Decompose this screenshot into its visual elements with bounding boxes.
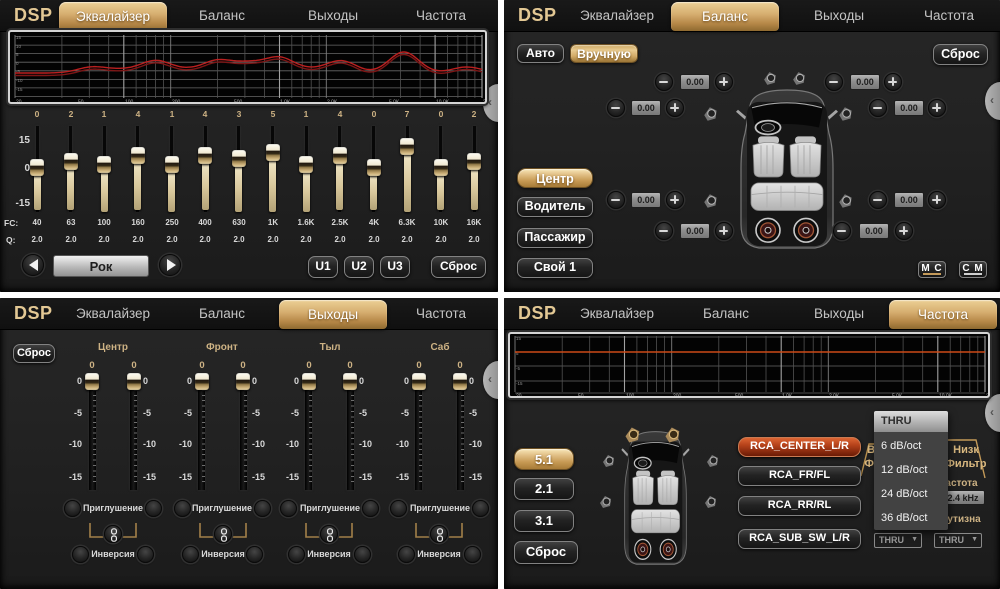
svg-text:15: 15 — [16, 35, 22, 40]
svg-text:1.0K: 1.0K — [782, 394, 793, 397]
svg-text:500: 500 — [234, 100, 243, 103]
svg-text:100: 100 — [626, 394, 635, 397]
svg-text:-15: -15 — [516, 381, 523, 386]
svg-text:-10: -10 — [16, 78, 23, 83]
svg-text:-15: -15 — [16, 87, 23, 92]
svg-text:20: 20 — [16, 100, 22, 103]
svg-text:20K: 20K — [986, 394, 988, 397]
svg-text:5.0K: 5.0K — [892, 394, 903, 397]
svg-text:20K: 20K — [483, 100, 485, 103]
svg-text:10.0K: 10.0K — [436, 100, 450, 103]
svg-text:50: 50 — [78, 100, 84, 103]
svg-text:10.0K: 10.0K — [939, 394, 953, 397]
svg-text:5: 5 — [16, 52, 19, 57]
svg-text:100: 100 — [125, 100, 134, 103]
svg-text:1.0K: 1.0K — [280, 100, 291, 103]
svg-text:-5: -5 — [516, 366, 520, 371]
svg-text:15: 15 — [516, 336, 522, 341]
svg-text:20: 20 — [516, 394, 522, 397]
svg-text:2.0K: 2.0K — [829, 394, 840, 397]
svg-text:200: 200 — [673, 394, 682, 397]
svg-text:500: 500 — [735, 394, 744, 397]
svg-text:200: 200 — [172, 100, 181, 103]
svg-text:0: 0 — [16, 61, 19, 66]
svg-text:2.0K: 2.0K — [327, 100, 338, 103]
svg-text:50: 50 — [578, 394, 584, 397]
svg-text:5.0K: 5.0K — [389, 100, 400, 103]
svg-text:10: 10 — [16, 44, 22, 49]
